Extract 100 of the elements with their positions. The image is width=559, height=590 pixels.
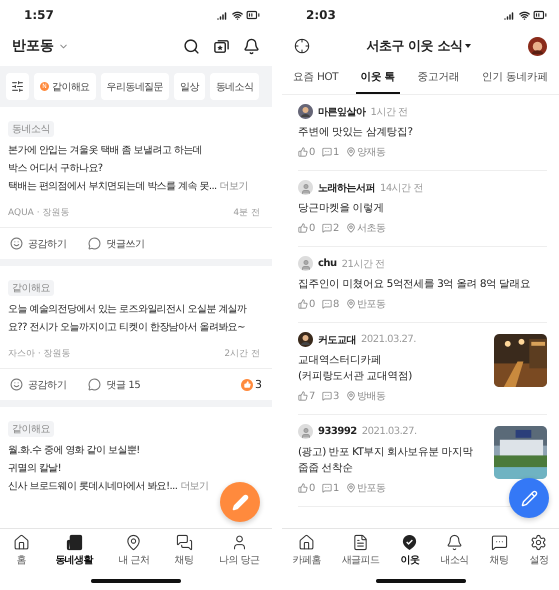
feed-tab[interactable]: 중고거래: [412, 62, 465, 94]
post-title[interactable]: 주변에 맛있는 삼계탕집?: [298, 124, 412, 140]
like-button[interactable]: 공감하기: [10, 236, 66, 250]
more-link[interactable]: 더보기: [180, 478, 208, 496]
comment-count: 3: [332, 390, 339, 402]
status-time: 1:57: [24, 8, 54, 22]
nav-tab[interactable]: 홈: [12, 534, 30, 567]
home-icon: [12, 534, 30, 551]
feed-tab[interactable]: 요즘 HOT: [288, 62, 344, 94]
crosshair-icon[interactable]: [294, 38, 310, 54]
post-author: 자스아 · 장원동: [8, 348, 71, 360]
comment-icon: [322, 147, 332, 157]
home-icon: [298, 534, 316, 551]
feed-tab[interactable]: 이웃 톡: [356, 62, 400, 94]
like-count: 0: [309, 222, 315, 234]
location-pin-icon: [346, 299, 356, 309]
nav-tab[interactable]: 채팅: [490, 534, 508, 567]
comment-icon: [322, 223, 332, 233]
thumbs-up-icon: [298, 299, 308, 309]
smile-icon: [10, 237, 23, 250]
category-tag: 같이해요: [8, 280, 54, 296]
author-name[interactable]: chu: [318, 258, 337, 269]
thumbs-up-icon: [298, 483, 308, 493]
nav-tab[interactable]: 나의 당근: [219, 534, 260, 567]
post-text: 월.화.수 중에 영화 같이 보실뿐!: [8, 444, 140, 458]
category-tag: 같이해요: [8, 421, 54, 437]
nav-tab[interactable]: 이웃: [400, 534, 420, 567]
status-time: 2:03: [306, 8, 336, 22]
smile-icon: [10, 378, 23, 391]
comment-button[interactable]: 댓글 15: [88, 378, 140, 392]
post-location: 방배동: [356, 390, 386, 403]
post-text: 택배는 편의점에서 부치면되는데 박스를 계속 못...: [8, 180, 217, 194]
location-pin-icon: [346, 483, 356, 493]
category-chip[interactable]: 우리동네질문: [100, 73, 170, 100]
comment-count: 8: [332, 298, 339, 310]
settings-icon: [530, 534, 548, 551]
post-title[interactable]: 집주인이 미쳤어요 5억전세를 3억 올려 8억 달래요: [298, 276, 530, 292]
category-chip[interactable]: 일상: [174, 73, 205, 100]
author-name[interactable]: 노래하는서퍼: [318, 180, 375, 194]
post-author: AQUA · 장원동: [8, 207, 70, 219]
post-title[interactable]: 교대역스터디카페 (커피랑도서관 교대역점): [298, 352, 416, 384]
newspaper-icon: [66, 534, 83, 551]
feed-tab[interactable]: 인기 동네카페: [476, 62, 553, 94]
post-location: 반포동: [356, 298, 386, 311]
dropdown-caret-icon: [465, 44, 472, 48]
comment-count: 1: [332, 146, 339, 158]
post-location: 서초동: [356, 222, 386, 235]
location-pin-icon: [346, 223, 356, 233]
battery-icon: [246, 8, 260, 22]
speech-bubble-icon: [88, 237, 102, 250]
speech-bubble-icon: [88, 378, 102, 391]
post-text: 오늘 예술의전당에서 있는 로즈와일리전시 오실분 계실까요?? 전시가 오늘까지이고 티켓이 한장남아서 올려봐요~: [8, 303, 248, 335]
comment-count: 1: [332, 482, 339, 494]
category-chip[interactable]: 동네소식: [210, 73, 260, 100]
battery-icon: [533, 8, 547, 22]
more-link[interactable]: 더보기: [220, 178, 248, 196]
pencil-icon: [520, 490, 538, 506]
check-badge-icon: [401, 534, 418, 551]
wifi-icon: [232, 10, 243, 20]
post-time: 1시간 전: [370, 106, 408, 118]
nav-tab[interactable]: 내소식: [440, 534, 469, 567]
comment-count: 2: [332, 222, 339, 234]
like-count: 0: [309, 146, 315, 158]
search-icon[interactable]: [183, 38, 200, 54]
post-time: 2021.03.27.: [362, 426, 417, 437]
pencil-icon: [232, 494, 248, 510]
post-time: 4분 전: [233, 207, 260, 219]
comment-icon: [322, 299, 332, 309]
comment-icon: [322, 391, 332, 401]
nav-tab[interactable]: 카페홈: [292, 534, 321, 567]
like-count: 0: [309, 298, 315, 310]
location-pin-icon: [346, 391, 356, 401]
filter-button[interactable]: [6, 73, 29, 100]
page-title[interactable]: 서초구 이웃 소식: [366, 37, 472, 55]
nav-tab[interactable]: 설정: [530, 534, 548, 567]
bell-icon[interactable]: [243, 38, 260, 54]
starred-cards-icon[interactable]: [213, 38, 230, 54]
like-button[interactable]: 공감하기: [10, 378, 66, 392]
avatar-icon: [298, 256, 313, 271]
author-name[interactable]: 933992: [318, 426, 357, 437]
author-name[interactable]: 커도교대: [318, 332, 356, 346]
category-tag: 동네소식: [8, 121, 54, 137]
author-name[interactable]: 마른잎살아: [318, 104, 366, 118]
post-location: 양재동: [356, 146, 386, 159]
location-title[interactable]: 반포동: [12, 37, 54, 55]
chat-icon: [490, 534, 508, 551]
comment-button[interactable]: 댓글쓰기: [88, 236, 145, 250]
thumbs-up-icon: [298, 391, 308, 401]
bell-icon: [446, 534, 463, 551]
location-pin-icon: [125, 534, 142, 551]
nav-tab[interactable]: 새글피드: [342, 534, 380, 567]
nav-tab[interactable]: 채팅: [174, 534, 194, 567]
chip-label: 같이해요: [52, 80, 90, 94]
post-title[interactable]: (광고) 반포 KT부지 회사보유분 마지막 줍줍 선착순: [298, 444, 473, 476]
post-title[interactable]: 당근마켓을 이렇게: [298, 200, 423, 216]
avatar-icon: [298, 424, 313, 439]
comment-icon: [322, 483, 332, 493]
nav-tab[interactable]: 동네생활: [55, 534, 93, 567]
nav-tab[interactable]: 내 근처: [118, 534, 150, 567]
write-button[interactable]: [509, 478, 549, 518]
